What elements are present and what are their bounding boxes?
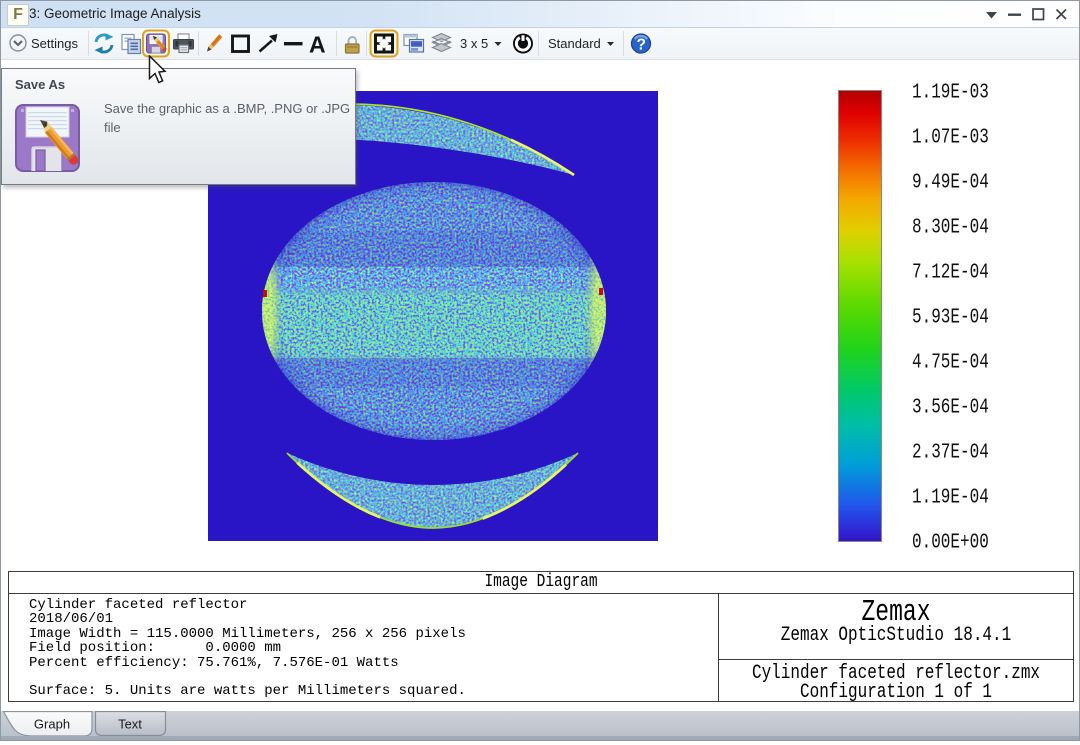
svg-text:A: A (309, 32, 326, 58)
svg-text:Graph: Graph (34, 717, 70, 732)
svg-text:?: ? (636, 37, 645, 54)
svg-text:Text: Text (118, 717, 142, 732)
